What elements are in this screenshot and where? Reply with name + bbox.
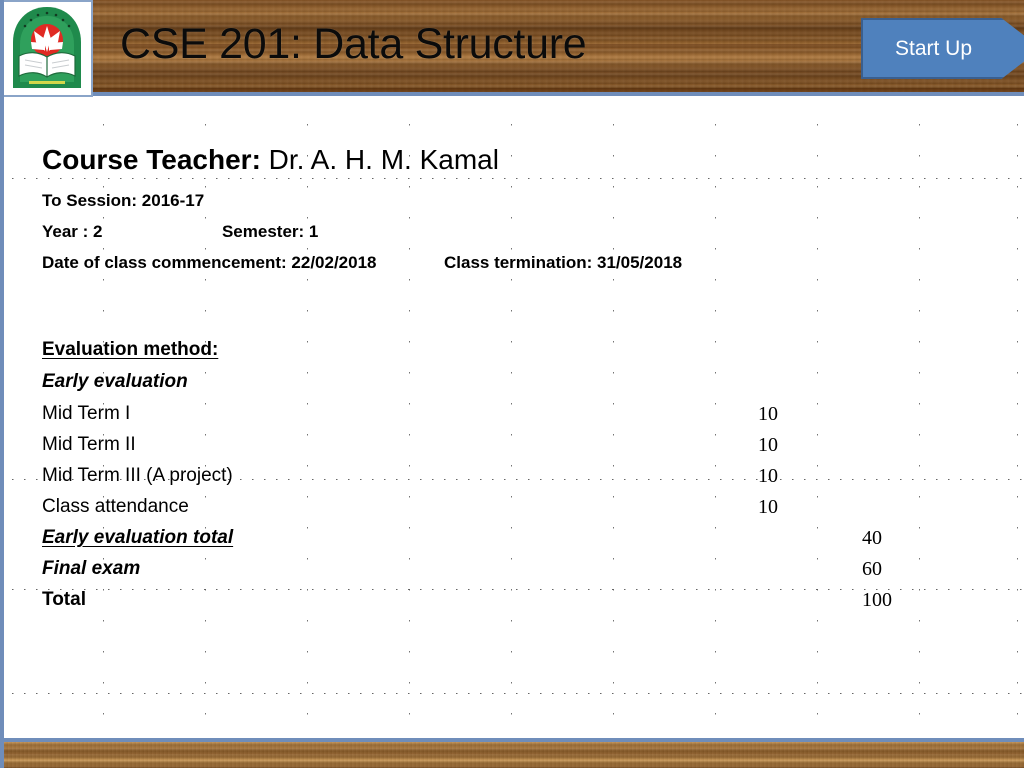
slide-body: Course Teacher: Dr. A. H. M. Kamal To Se… — [0, 96, 1024, 738]
slide-canvas: CSE 201: Data Structure Start Up Course … — [0, 0, 1024, 768]
class-commencement-label: Date of class commencement: 22/02/2018 — [42, 253, 377, 272]
evaluation-row-name: Mid Term II — [42, 434, 136, 455]
semester-label: Semester: 1 — [221, 222, 319, 241]
evaluation-row-mark: 60 — [862, 558, 882, 580]
start-up-button-label: Start Up — [895, 36, 973, 60]
evaluation-row-mark: 10 — [758, 465, 778, 487]
evaluation-row-mark: 10 — [758, 496, 778, 518]
evaluation-row: Mid Term I 10 — [0, 402, 1024, 433]
year-label: Year : 2 — [42, 222, 103, 241]
evaluation-row: Mid Term II 10 — [0, 433, 1024, 464]
start-up-button[interactable]: Start Up — [861, 18, 1024, 79]
early-evaluation-subheading: Early evaluation — [42, 371, 188, 392]
evaluation-row-final-exam: Final exam 60 — [0, 557, 1024, 588]
evaluation-row-total-early: Early evaluation total 40 — [0, 526, 1024, 557]
evaluation-row-name: Final exam — [42, 558, 141, 579]
header-divider-rule — [0, 92, 1024, 96]
evaluation-row-mark: 10 — [758, 434, 778, 456]
evaluation-row-name: Mid Term I — [42, 403, 131, 424]
session-line: To Session: 2016-17 — [42, 191, 205, 210]
class-dates-line: Date of class commencement: 22/02/2018 C… — [42, 253, 682, 273]
evaluation-method-heading: Evaluation method: — [42, 339, 219, 360]
university-crest-icon — [5, 4, 89, 94]
evaluation-row-mark: 40 — [862, 527, 882, 549]
evaluation-row-mark: 100 — [862, 589, 892, 611]
evaluation-row-total: Total 100 — [0, 588, 1024, 619]
left-frame-border — [0, 0, 4, 768]
class-termination-label: Class termination: 31/05/2018 — [443, 253, 683, 272]
course-teacher-label: Course Teacher: — [42, 144, 261, 175]
evaluation-row: Class attendance 10 — [0, 495, 1024, 526]
course-teacher-line: Course Teacher: Dr. A. H. M. Kamal — [42, 144, 499, 176]
university-logo-box — [0, 0, 93, 97]
evaluation-row-name: Class attendance — [42, 496, 189, 517]
evaluation-row-mark: 10 — [758, 403, 778, 425]
wood-texture-footer — [0, 742, 1024, 768]
evaluation-row: Mid Term III (A project) 10 — [0, 464, 1024, 495]
page-title: CSE 201: Data Structure — [120, 20, 587, 68]
evaluation-row-name: Mid Term III (A project) — [42, 465, 233, 486]
evaluation-row-name: Total — [42, 589, 86, 610]
course-teacher-name: Dr. A. H. M. Kamal — [268, 144, 499, 175]
evaluation-row-name: Early evaluation total — [42, 527, 234, 548]
year-semester-line: Year : 2 Semester: 1 — [42, 222, 318, 242]
